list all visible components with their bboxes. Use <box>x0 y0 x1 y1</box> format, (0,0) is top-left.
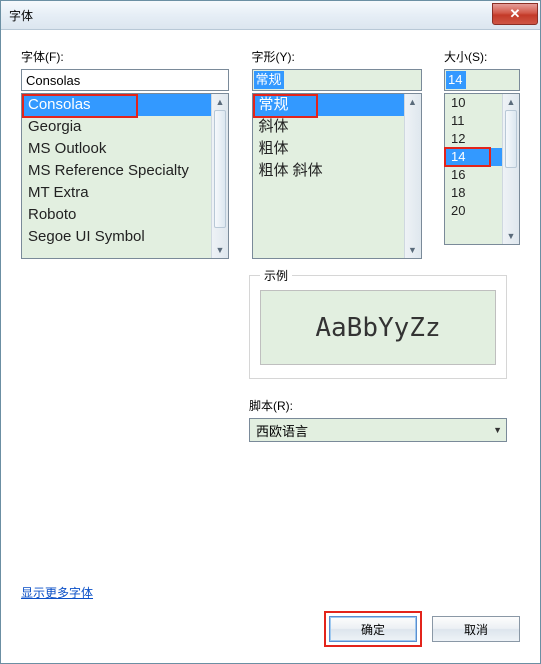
script-group: 脚本(R): 西欧语言 ▼ <box>249 397 507 442</box>
dialog-content: 字体(F): Consolas Georgia MS Outlook MS Re… <box>1 30 540 663</box>
show-more-fonts-link[interactable]: 显示更多字体 <box>21 584 93 601</box>
size-label: 大小(S): <box>444 48 520 65</box>
script-dropdown[interactable]: 西欧语言 ▼ <box>249 418 507 442</box>
size-listbox[interactable]: 10 11 12 14 16 18 20 ▲ ▼ <box>444 93 520 245</box>
scroll-up-icon[interactable]: ▲ <box>405 94 421 110</box>
sample-legend: 示例 <box>260 267 292 284</box>
list-item[interactable]: MS Reference Specialty <box>22 160 211 182</box>
style-label: 字形(Y): <box>252 48 422 65</box>
sample-preview: AaBbYyZz <box>260 290 496 365</box>
list-item[interactable]: 12 <box>445 130 502 148</box>
font-list-items: Consolas Georgia MS Outlook MS Reference… <box>22 94 211 258</box>
font-input[interactable] <box>21 69 229 91</box>
script-value: 西欧语言 <box>256 421 308 440</box>
font-scrollbar[interactable]: ▲ ▼ <box>211 94 228 258</box>
style-listbox[interactable]: 常规 斜体 粗体 粗体 斜体 ▲ ▼ <box>252 93 422 259</box>
chevron-down-icon: ▼ <box>493 425 502 435</box>
list-item[interactable]: Georgia <box>22 116 211 138</box>
cancel-button[interactable]: 取消 <box>432 616 520 642</box>
scroll-thumb[interactable] <box>505 110 517 168</box>
font-column: 字体(F): Consolas Georgia MS Outlook MS Re… <box>21 48 229 259</box>
list-item[interactable]: Consolas <box>22 94 211 116</box>
list-item[interactable]: 16 <box>445 166 502 184</box>
list-item[interactable]: 斜体 <box>253 116 404 138</box>
list-item[interactable]: 10 <box>445 94 502 112</box>
scroll-up-icon[interactable]: ▲ <box>212 94 228 110</box>
highlight-ok-red-box: 确定 <box>324 611 422 647</box>
list-item[interactable]: Segoe UI Symbol <box>22 226 211 248</box>
button-row: 确定 取消 <box>324 611 520 647</box>
style-input-selection: 常规 <box>254 71 284 89</box>
close-icon: ✕ <box>510 6 521 22</box>
list-item[interactable]: 18 <box>445 184 502 202</box>
list-item[interactable]: 粗体 <box>253 138 404 160</box>
style-list-items: 常规 斜体 粗体 粗体 斜体 <box>253 94 404 258</box>
scroll-up-icon[interactable]: ▲ <box>503 94 519 110</box>
titlebar: 字体 ✕ <box>1 1 540 30</box>
top-row: 字体(F): Consolas Georgia MS Outlook MS Re… <box>21 48 520 259</box>
sample-fieldset: 示例 AaBbYyZz <box>249 275 507 379</box>
size-list-items: 10 11 12 14 16 18 20 <box>445 94 502 244</box>
scroll-down-icon[interactable]: ▼ <box>405 242 421 258</box>
style-scrollbar[interactable]: ▲ ▼ <box>404 94 421 258</box>
font-label: 字体(F): <box>21 48 229 65</box>
list-item[interactable]: 14 <box>445 148 502 166</box>
list-item[interactable]: MS Outlook <box>22 138 211 160</box>
font-dialog: 字体 ✕ 字体(F): Consolas Georgia MS Outlook … <box>0 0 541 664</box>
scroll-down-icon[interactable]: ▼ <box>212 242 228 258</box>
font-listbox[interactable]: Consolas Georgia MS Outlook MS Reference… <box>21 93 229 259</box>
window-title: 字体 <box>9 7 33 24</box>
scroll-down-icon[interactable]: ▼ <box>503 228 519 244</box>
list-item[interactable]: MT Extra <box>22 182 211 204</box>
style-column: 字形(Y): 常规 常规 斜体 粗体 粗体 斜体 ▲ ▼ <box>252 48 422 259</box>
size-scrollbar[interactable]: ▲ ▼ <box>502 94 519 244</box>
close-button[interactable]: ✕ <box>492 3 538 25</box>
script-label: 脚本(R): <box>249 397 507 414</box>
list-item[interactable]: 常规 <box>253 94 404 116</box>
list-item[interactable]: Roboto <box>22 204 211 226</box>
list-item[interactable]: 20 <box>445 202 502 220</box>
sample-group: 示例 AaBbYyZz <box>249 275 507 379</box>
list-item[interactable]: 11 <box>445 112 502 130</box>
scroll-thumb[interactable] <box>214 110 226 228</box>
list-item[interactable]: 粗体 斜体 <box>253 160 404 182</box>
ok-button[interactable]: 确定 <box>329 616 417 642</box>
size-input-selection: 14 <box>446 71 466 89</box>
size-column: 大小(S): 14 10 11 12 14 16 18 20 <box>444 48 520 259</box>
